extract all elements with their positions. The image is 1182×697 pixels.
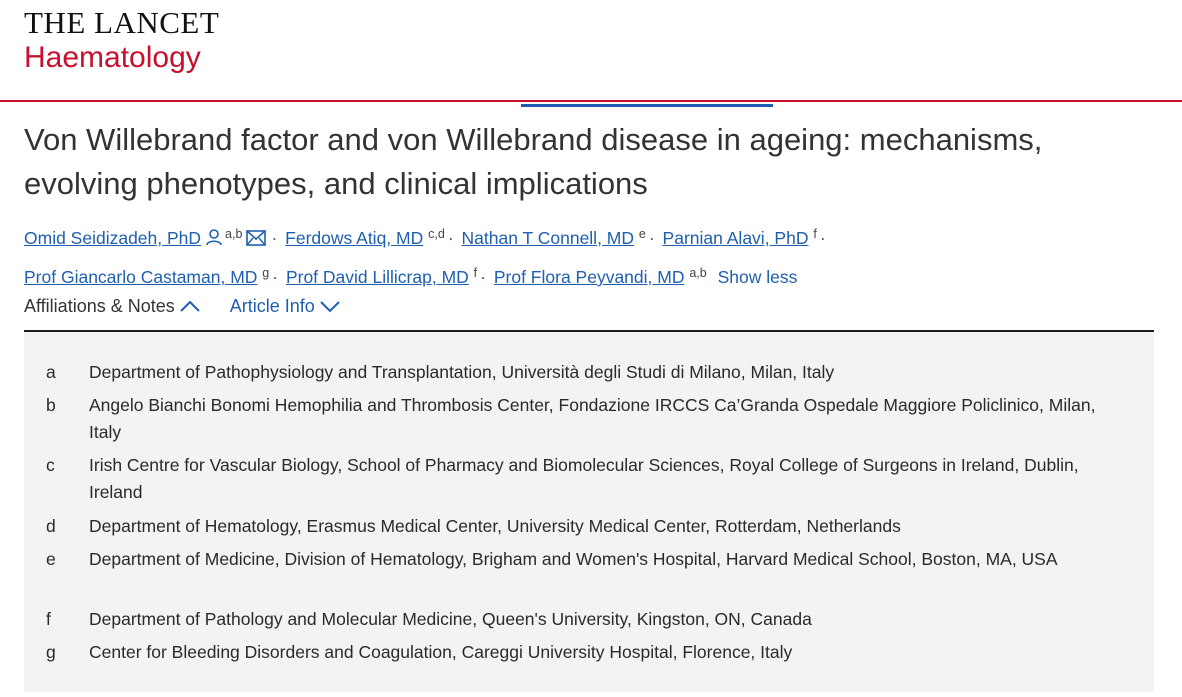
affiliation-text: Department of Medicine, Division of Hema… xyxy=(89,549,1058,569)
tab-article-info[interactable]: Article Info xyxy=(230,296,341,318)
affiliation-item: f Department of Pathology and Molecular … xyxy=(46,606,1126,633)
affiliation-key: c xyxy=(46,455,55,475)
tab-affiliations[interactable]: Affiliations & Notes xyxy=(24,296,201,318)
chevron-down-icon xyxy=(319,297,341,318)
affiliation-item: e Department of Medicine, Division of He… xyxy=(46,546,1126,573)
author-link[interactable]: Prof Giancarlo Castaman, MD xyxy=(24,267,257,287)
chevron-up-icon xyxy=(179,297,201,318)
author-link[interactable]: Nathan T Connell, MD xyxy=(462,228,635,248)
affiliation-item: d Department of Hematology, Erasmus Medi… xyxy=(46,513,1126,540)
affiliation-key: b xyxy=(46,395,56,415)
affiliations-panel: a Department of Pathophysiology and Tran… xyxy=(24,332,1154,692)
affiliation-text: Department of Pathophysiology and Transp… xyxy=(89,362,835,382)
author-line-2: Prof Giancarlo Castaman, MD g · Prof Davi… xyxy=(24,257,1154,294)
affiliation-key: f xyxy=(46,609,51,629)
author-affiliation-sup: a,b xyxy=(225,227,243,241)
person-icon[interactable] xyxy=(205,224,223,257)
show-less-button[interactable]: Show less xyxy=(718,267,798,287)
author-separator: · xyxy=(648,228,655,248)
affiliation-text: Department of Pathology and Molecular Me… xyxy=(89,609,812,629)
affiliation-key: g xyxy=(46,642,56,662)
article-title: Von Willebrand factor and von Willebrand… xyxy=(24,122,1043,201)
tab-label: Affiliations & Notes xyxy=(24,296,175,316)
author-affiliation-sup: e xyxy=(638,227,646,241)
affiliation-key: e xyxy=(46,549,56,569)
author-link[interactable]: Ferdows Atiq, MD xyxy=(285,228,423,248)
active-nav-indicator xyxy=(521,104,773,107)
author-separator: · xyxy=(819,228,826,248)
author-line-1: Omid Seidizadeh, PhD a,b · Ferdows Atiq, M… xyxy=(24,218,1154,257)
author-link[interactable]: Prof David Lillicrap, MD xyxy=(286,267,469,287)
affiliation-item: g Center for Bleeding Disorders and Coag… xyxy=(46,639,1126,666)
author-affiliation-sup: c,d xyxy=(428,227,445,241)
affiliation-item: c Irish Centre for Vascular Biology, Sch… xyxy=(46,452,1126,506)
affiliation-item: a Department of Pathophysiology and Tran… xyxy=(46,359,1126,386)
article-tabs: Affiliations & Notes Article Info xyxy=(24,296,1154,332)
journal-subtitle: Haematology xyxy=(24,41,201,74)
header-divider xyxy=(0,100,1182,102)
author-separator: · xyxy=(272,267,279,287)
affiliation-key: d xyxy=(46,516,56,536)
author-link[interactable]: Parnian Alavi, PhD xyxy=(663,228,809,248)
author-affiliation-sup: f xyxy=(813,227,817,241)
journal-logo[interactable]: THE LANCET Haematology xyxy=(24,6,219,75)
affiliation-text: Center for Bleeding Disorders and Coagul… xyxy=(89,642,793,662)
author-separator: · xyxy=(271,228,278,248)
affiliation-text: Department of Hematology, Erasmus Medica… xyxy=(89,516,901,536)
affiliation-text: Irish Centre for Vascular Biology, Schoo… xyxy=(89,455,1079,502)
author-link[interactable]: Omid Seidizadeh, PhD xyxy=(24,228,201,248)
email-icon[interactable] xyxy=(246,224,267,257)
author-affiliation-sup: f xyxy=(473,266,478,280)
author-affiliation-sup: a,b xyxy=(689,266,707,280)
affiliation-key: a xyxy=(46,362,56,382)
affiliation-item: b Angelo Bianchi Bonomi Hemophilia and T… xyxy=(46,392,1126,446)
journal-name: THE LANCET xyxy=(24,5,220,40)
affiliation-text: Angelo Bianchi Bonomi Hemophilia and Thr… xyxy=(89,395,1096,442)
author-affiliation-sup: g xyxy=(262,266,270,280)
author-list: Omid Seidizadeh, PhD a,b · Ferdows Atiq, M… xyxy=(24,218,1154,294)
author-separator: · xyxy=(480,267,486,287)
author-separator: · xyxy=(447,228,454,248)
author-link[interactable]: Prof Flora Peyvandi, MD xyxy=(494,267,685,287)
tab-label: Article Info xyxy=(229,296,315,316)
